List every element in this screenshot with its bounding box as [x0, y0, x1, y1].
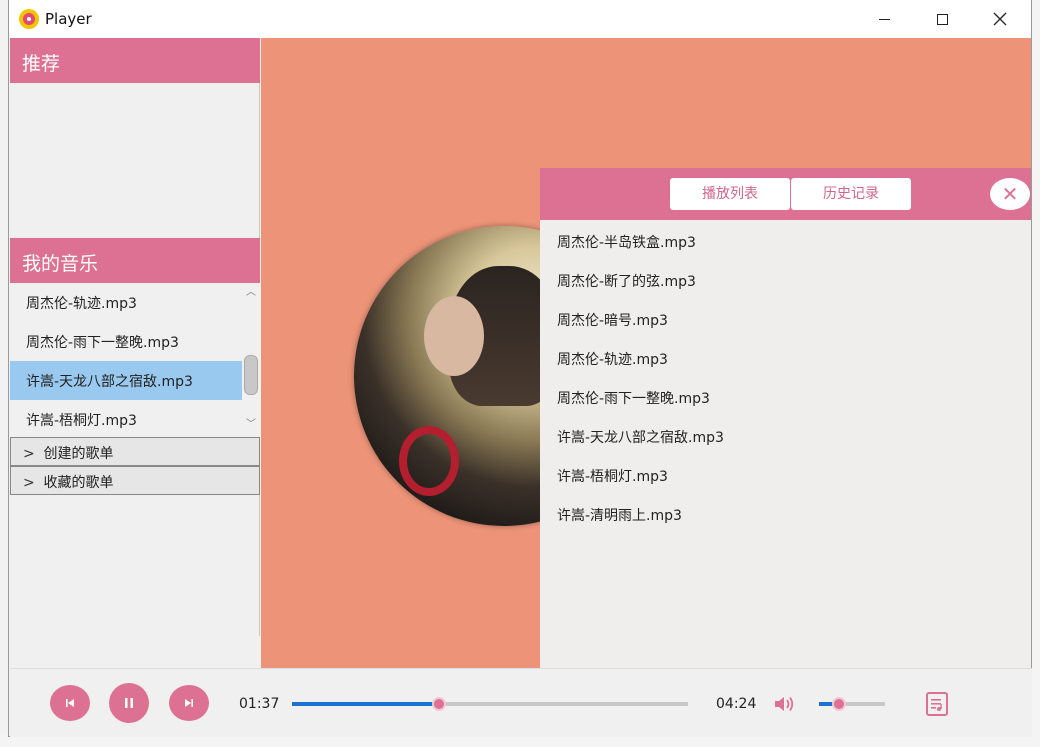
song-list-scrollbar[interactable]: ︿ ﹀	[242, 283, 260, 437]
list-item[interactable]: 许嵩-梧桐灯.mp3	[10, 400, 242, 437]
app-logo-icon	[19, 9, 39, 29]
chevron-right-icon: >	[23, 446, 35, 462]
close-window-button[interactable]	[971, 0, 1029, 38]
playlist-row[interactable]: 许嵩-梧桐灯.mp3	[557, 466, 668, 486]
my-music-header[interactable]: 我的音乐	[10, 238, 260, 283]
close-icon	[993, 12, 1007, 26]
list-item[interactable]: 周杰伦-轨迹.mp3	[10, 283, 242, 322]
my-music-song-list: 周杰伦-轨迹.mp3 周杰伦-雨下一整晚.mp3 许嵩-天龙八部之宿敌.mp3 …	[10, 283, 260, 437]
playlist-row[interactable]: 周杰伦-半岛铁盒.mp3	[557, 232, 696, 252]
volume-icon	[775, 696, 794, 712]
minimize-icon	[878, 18, 890, 20]
playlist-row[interactable]: 周杰伦-断了的弦.mp3	[557, 271, 696, 291]
scroll-thumb[interactable]	[244, 355, 258, 395]
chevron-right-icon: >	[23, 475, 35, 491]
progress-handle[interactable]	[431, 697, 446, 711]
title-bar: Player	[9, 0, 1031, 38]
tree-item-label: 创建的歌单	[43, 446, 114, 462]
collected-playlists-item[interactable]: > 收藏的歌单	[10, 466, 260, 495]
tree-item-label: 收藏的歌单	[43, 475, 114, 491]
list-item[interactable]: 周杰伦-雨下一整晚.mp3	[10, 322, 242, 361]
volume-button[interactable]	[773, 694, 797, 714]
maximize-button[interactable]	[913, 0, 971, 38]
now-playing-area: 播放列表 历史记录 ✕ 周杰伦-半岛铁盒.mp3 周杰伦-断了的弦.mp3 周杰…	[261, 38, 1031, 668]
playback-controls: 01:37 04:24	[10, 668, 1032, 737]
created-playlists-item[interactable]: > 创建的歌单	[10, 437, 260, 466]
player-window: Player 推荐 我的音乐 周杰伦-轨迹.mp3 周杰伦-雨下一整晚.mp3 …	[8, 0, 1032, 737]
scroll-up-icon[interactable]: ︿	[245, 287, 257, 299]
playlist-panel-header: 播放列表 历史记录 ✕	[540, 168, 1031, 220]
list-item-selected[interactable]: 许嵩-天龙八部之宿敌.mp3	[10, 361, 242, 400]
volume-handle[interactable]	[831, 697, 846, 711]
skip-next-icon	[185, 699, 193, 707]
playlist-panel: 播放列表 历史记录 ✕ 周杰伦-半岛铁盒.mp3 周杰伦-断了的弦.mp3 周杰…	[540, 168, 1031, 668]
album-art-logo	[399, 426, 459, 496]
pause-button[interactable]	[109, 683, 149, 723]
tab-history[interactable]: 历史记录	[791, 178, 911, 210]
maximize-icon	[936, 13, 948, 25]
skip-previous-icon	[66, 699, 74, 707]
playlist-toggle-button[interactable]	[926, 692, 948, 716]
current-time: 01:37	[239, 696, 280, 712]
progress-fill	[292, 702, 439, 706]
close-playlist-button[interactable]: ✕	[990, 178, 1030, 210]
album-art-face	[424, 296, 484, 376]
playlist-row[interactable]: 周杰伦-暗号.mp3	[557, 310, 668, 330]
background-window-edge-right	[1031, 0, 1040, 747]
playlist-icon	[931, 699, 942, 711]
recommend-header[interactable]: 推荐	[10, 38, 260, 83]
sidebar: 推荐 我的音乐 周杰伦-轨迹.mp3 周杰伦-雨下一整晚.mp3 许嵩-天龙八部…	[10, 38, 260, 636]
window-title: Player	[45, 10, 92, 28]
playlist-row[interactable]: 周杰伦-轨迹.mp3	[557, 349, 668, 369]
pause-icon	[125, 698, 133, 708]
playlist-row[interactable]: 许嵩-天龙八部之宿敌.mp3	[557, 427, 724, 447]
scroll-down-icon[interactable]: ﹀	[245, 419, 257, 431]
playlist-row[interactable]: 周杰伦-雨下一整晚.mp3	[557, 388, 710, 408]
minimize-button[interactable]	[855, 0, 913, 38]
tab-playlist[interactable]: 播放列表	[670, 178, 790, 210]
previous-button[interactable]	[50, 685, 90, 721]
volume-slider[interactable]	[819, 697, 885, 711]
total-time: 04:24	[716, 696, 757, 712]
playlist-row[interactable]: 许嵩-清明雨上.mp3	[557, 505, 682, 525]
next-button[interactable]	[169, 685, 209, 721]
progress-slider[interactable]	[292, 697, 688, 711]
